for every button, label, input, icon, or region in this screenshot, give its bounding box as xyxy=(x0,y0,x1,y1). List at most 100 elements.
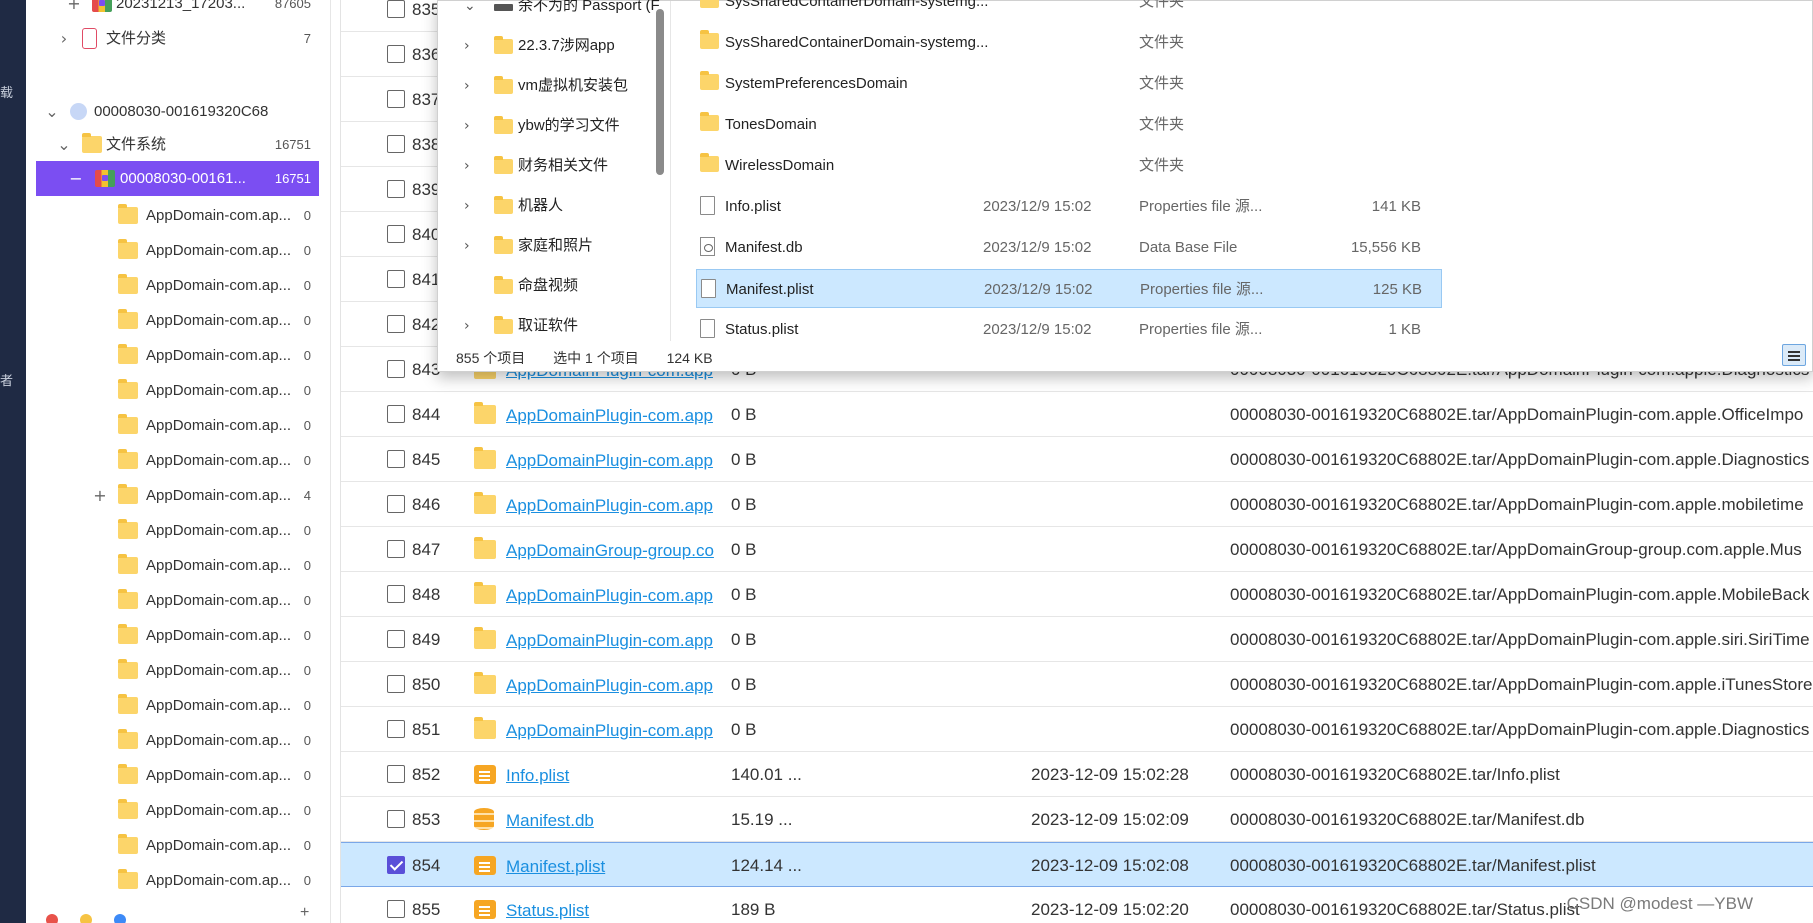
tree-node-child[interactable]: AppDomain-com.ap... 0 xyxy=(26,268,319,303)
chevron-icon[interactable]: ⌄ xyxy=(464,0,476,26)
file-name-link[interactable]: Status.plist xyxy=(506,887,716,923)
explorer-file-row[interactable]: Manifest.db 2023/12/9 15:02 Data Base File… xyxy=(696,228,1813,267)
chevron-icon[interactable]: › xyxy=(464,66,470,106)
file-name-link[interactable]: AppDomainGroup-group.co xyxy=(506,527,716,574)
nav-item[interactable]: › vm虚拟机安装包 xyxy=(438,66,650,106)
tree-toggle-icon[interactable]: ⌄ xyxy=(56,127,72,162)
file-name-link[interactable]: AppDomainPlugin-com.app xyxy=(506,617,716,664)
file-name-link[interactable]: AppDomainPlugin-com.app xyxy=(506,707,716,754)
tree-node-child[interactable]: AppDomain-com.ap... 0 xyxy=(26,548,319,583)
nav-item[interactable]: ⌄ 余不为的 Passport (F xyxy=(438,0,660,26)
explorer-file-row[interactable]: Status.plist 2023/12/9 15:02 Properties fi… xyxy=(696,310,1813,349)
chevron-icon[interactable]: › xyxy=(464,146,470,186)
explorer-file-row[interactable]: WirelessDomain 文件夹 xyxy=(696,146,1813,185)
table-row[interactable]: 852 Info.plist 140.01 ... 2023-12-09 15:02:… xyxy=(341,752,1813,797)
tree-node-child[interactable]: AppDomain-com.ap... 0 xyxy=(26,723,319,758)
table-row[interactable]: 849 AppDomainPlugin-com.app 0 B 00008030-00… xyxy=(341,617,1813,662)
row-checkbox[interactable] xyxy=(387,0,405,18)
tree-toggle-icon[interactable]: − xyxy=(68,161,84,196)
row-checkbox[interactable] xyxy=(387,720,405,738)
tree-node-child[interactable]: AppDomain-com.ap... 0 xyxy=(26,198,319,233)
row-checkbox[interactable] xyxy=(387,225,405,243)
tree-node-child[interactable]: AppDomain-com.ap... 0 xyxy=(26,863,319,898)
row-checkbox[interactable] xyxy=(387,90,405,108)
tree-node[interactable]: ⌄ 文件系统 16751 xyxy=(26,127,319,162)
table-row[interactable]: 845 AppDomainPlugin-com.app 0 B 00008030-00… xyxy=(341,437,1813,482)
tree-toggle-icon[interactable]: + xyxy=(66,0,82,21)
row-checkbox[interactable] xyxy=(387,495,405,513)
tree-node-child[interactable]: AppDomain-com.ap... 0 xyxy=(26,793,319,828)
nav-item[interactable]: 命盘视频 xyxy=(438,266,650,306)
chevron-icon[interactable]: › xyxy=(464,186,470,226)
table-row[interactable]: 847 AppDomainGroup-group.co 0 B 00008030-00… xyxy=(341,527,1813,572)
file-name-link[interactable]: AppDomainPlugin-com.app xyxy=(506,572,716,619)
nav-scrollbar[interactable] xyxy=(656,9,664,175)
file-name-link[interactable]: Manifest.plist xyxy=(506,843,716,890)
row-checkbox[interactable] xyxy=(387,675,405,693)
add-icon[interactable]: + xyxy=(300,904,309,922)
row-checkbox[interactable] xyxy=(387,856,405,874)
nav-item[interactable]: › 财务相关文件 xyxy=(438,146,650,186)
tree-expand-icon[interactable]: + xyxy=(92,478,108,513)
tree-toggle-icon[interactable]: › xyxy=(56,21,72,56)
nav-item[interactable]: › 22.3.7涉网app xyxy=(438,26,650,66)
row-checkbox[interactable] xyxy=(387,585,405,603)
tree-node-child[interactable]: AppDomain-com.ap... 0 xyxy=(26,303,319,338)
row-checkbox[interactable] xyxy=(387,405,405,423)
table-row[interactable]: 854 Manifest.plist 124.14 ... 2023-12-09 15… xyxy=(341,842,1813,887)
file-name-link[interactable]: AppDomainPlugin-com.app xyxy=(506,662,716,709)
row-checkbox[interactable] xyxy=(387,360,405,378)
nav-item[interactable]: › 机器人 xyxy=(438,186,650,226)
row-checkbox[interactable] xyxy=(387,810,405,828)
tree-node-child[interactable]: AppDomain-com.ap... 0 xyxy=(26,583,319,618)
nav-item[interactable]: › 取证软件 xyxy=(438,306,650,346)
tree-node[interactable]: › 文件分类 7 xyxy=(26,21,319,56)
table-row[interactable]: 844 AppDomainPlugin-com.app 0 B 00008030-00… xyxy=(341,392,1813,437)
tree-node-child[interactable]: AppDomain-com.ap... 0 xyxy=(26,618,319,653)
tree-node-child[interactable]: + AppDomain-com.ap... 4 xyxy=(26,478,319,513)
explorer-file-row[interactable]: Manifest.plist 2023/12/9 15:02 Properties … xyxy=(696,269,1442,308)
table-row[interactable]: 846 AppDomainPlugin-com.app 0 B 00008030-00… xyxy=(341,482,1813,527)
status-dot-icon[interactable] xyxy=(80,914,92,923)
table-row[interactable]: 850 AppDomainPlugin-com.app 0 B 00008030-00… xyxy=(341,662,1813,707)
nav-item[interactable]: › 家庭和照片 xyxy=(438,226,650,266)
file-name-link[interactable]: Info.plist xyxy=(506,752,716,799)
chevron-icon[interactable]: › xyxy=(464,226,470,266)
tree-node-child[interactable]: AppDomain-com.ap... 0 xyxy=(26,758,319,793)
row-checkbox[interactable] xyxy=(387,270,405,288)
row-checkbox[interactable] xyxy=(387,540,405,558)
file-name-link[interactable]: Manifest.db xyxy=(506,797,716,844)
chevron-icon[interactable]: › xyxy=(464,306,470,346)
row-checkbox[interactable] xyxy=(387,630,405,648)
row-checkbox[interactable] xyxy=(387,45,405,63)
file-name-link[interactable]: AppDomainPlugin-com.app xyxy=(506,392,716,439)
explorer-file-row[interactable]: SysSharedContainerDomain-systemg... 文件夹 xyxy=(696,23,1813,62)
details-view-button[interactable] xyxy=(1782,344,1806,366)
table-row[interactable]: 848 AppDomainPlugin-com.app 0 B 00008030-00… xyxy=(341,572,1813,617)
row-checkbox[interactable] xyxy=(387,135,405,153)
table-row[interactable]: 853 Manifest.db 15.19 ... 2023-12-09 15:02:… xyxy=(341,797,1813,842)
file-name-link[interactable]: AppDomainPlugin-com.app xyxy=(506,482,716,529)
file-name-link[interactable]: AppDomainPlugin-com.app xyxy=(506,437,716,484)
tree-node-child[interactable]: AppDomain-com.ap... 0 xyxy=(26,828,319,863)
tree-node-child[interactable]: AppDomain-com.ap... 0 xyxy=(26,233,319,268)
tree-node-child[interactable]: AppDomain-com.ap... 0 xyxy=(26,513,319,548)
nav-item[interactable]: › ybw的学习文件 xyxy=(438,106,650,146)
tree-node[interactable]: ⌄ 00008030-001619320C68... xyxy=(26,94,319,129)
table-row[interactable]: 851 AppDomainPlugin-com.app 0 B 00008030-00… xyxy=(341,707,1813,752)
row-checkbox[interactable] xyxy=(387,765,405,783)
explorer-file-row[interactable]: SystemPreferencesDomain 文件夹 xyxy=(696,64,1813,103)
row-checkbox[interactable] xyxy=(387,180,405,198)
explorer-file-row[interactable]: SysSharedContainerDomain-systemg... 文件夹 xyxy=(696,0,1813,21)
tree-node[interactable]: +20231213_17203... 87605 xyxy=(26,0,319,21)
tree-node-child[interactable]: AppDomain-com.ap... 0 xyxy=(26,688,319,723)
row-checkbox[interactable] xyxy=(387,900,405,918)
status-dot-icon[interactable] xyxy=(114,914,126,923)
explorer-file-row[interactable]: TonesDomain 文件夹 xyxy=(696,105,1813,144)
chevron-icon[interactable]: › xyxy=(464,106,470,146)
tree-node-child[interactable]: AppDomain-com.ap... 0 xyxy=(26,653,319,688)
tree-node-child[interactable]: AppDomain-com.ap... 0 xyxy=(26,373,319,408)
explorer-file-row[interactable]: Info.plist 2023/12/9 15:02 Properties file… xyxy=(696,187,1813,226)
tree-node-child[interactable]: AppDomain-com.ap... 0 xyxy=(26,338,319,373)
tree-node-child[interactable]: AppDomain-com.ap... 0 xyxy=(26,408,319,443)
